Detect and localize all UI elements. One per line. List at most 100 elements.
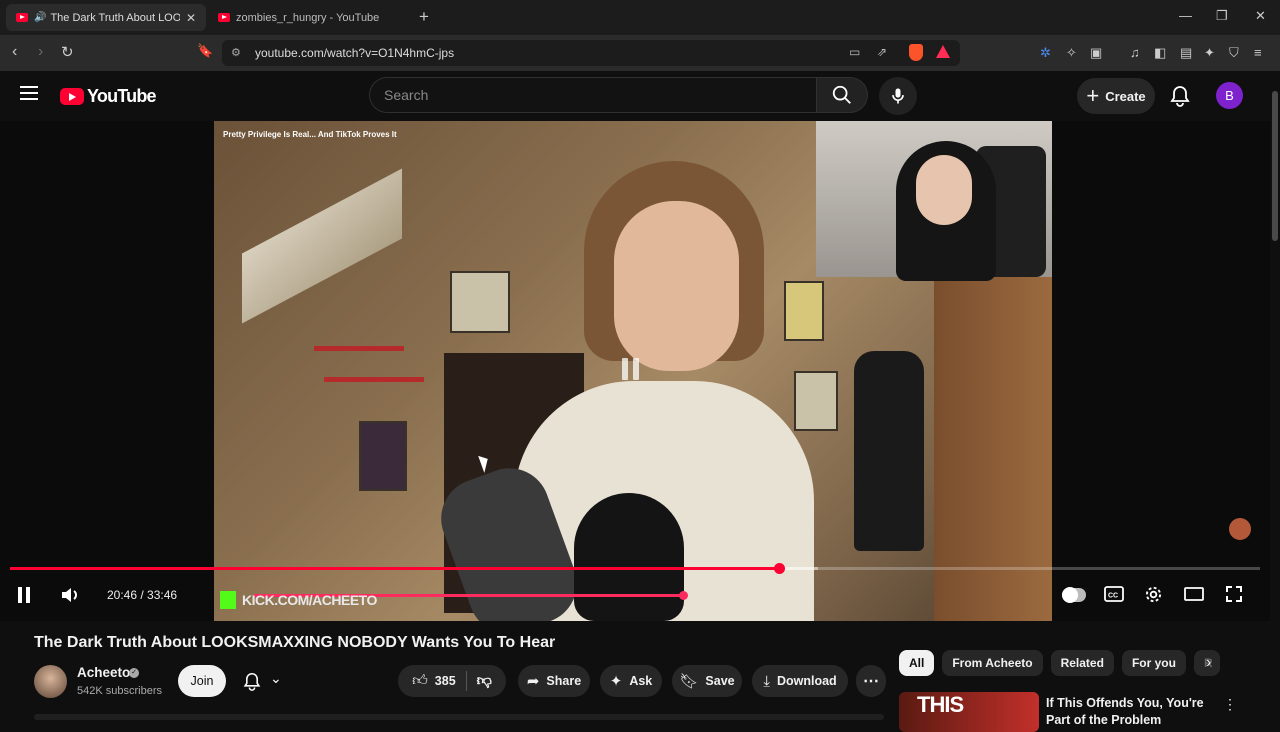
chevron-right-icon[interactable]: › — [1206, 654, 1211, 672]
brave-shields-icon[interactable] — [909, 44, 923, 61]
bookmark-icon[interactable]: 🔖 — [197, 43, 213, 59]
youtube-logo[interactable]: YouTube — [60, 86, 157, 107]
description-box[interactable] — [34, 714, 884, 720]
brave-rewards-icon[interactable] — [936, 45, 950, 58]
more-vertical-icon[interactable]: ⋮ — [1223, 696, 1237, 713]
browser-tab-strip: 🔊 The Dark Truth About LOOKSMAXXING ✕ zo… — [0, 0, 1280, 35]
close-tab-icon[interactable]: ✕ — [186, 11, 196, 25]
download-button[interactable]: ⤓ Download — [752, 665, 848, 697]
guide-menu-icon[interactable] — [20, 86, 38, 100]
tab-title: The Dark Truth About LOOKSMAXXING — [50, 11, 180, 24]
leo-ai-icon[interactable]: ✦ — [1204, 45, 1215, 61]
search-input[interactable] — [384, 87, 784, 103]
close-window-icon[interactable]: ✕ — [1255, 8, 1266, 24]
more-actions-button[interactable]: ⋯ — [856, 665, 886, 697]
more-horizontal-icon: ⋯ — [863, 673, 879, 690]
recommendation-title[interactable]: If This Offends You, You're Part of the … — [1046, 695, 1216, 729]
channel-name[interactable]: Acheeto — [77, 665, 130, 680]
media-icon[interactable]: ♫ — [1130, 45, 1140, 60]
minimize-icon[interactable]: — — [1179, 8, 1192, 23]
chip-from-channel[interactable]: From Acheeto — [942, 650, 1043, 676]
volume-icon[interactable] — [60, 585, 82, 605]
settings-gear-icon[interactable] — [1144, 585, 1163, 604]
screenshot-icon[interactable]: ▣ — [1090, 45, 1102, 61]
vpn-extension-icon[interactable]: ✲ — [1040, 45, 1051, 61]
wallet-icon[interactable]: ▤ — [1180, 45, 1192, 61]
sparkle-icon: ✦ — [609, 673, 623, 690]
stream-tag: KICK.COM/ACHEETO — [242, 592, 377, 608]
theater-mode-icon[interactable] — [1184, 586, 1204, 602]
chip-all[interactable]: All — [899, 650, 935, 676]
svg-text:CC: CC — [1108, 593, 1118, 600]
site-info-icon[interactable]: ⚙ — [231, 46, 241, 59]
fullscreen-icon[interactable] — [1225, 585, 1243, 603]
like-count[interactable]: 385 — [435, 674, 456, 688]
youtube-favicon-icon — [218, 13, 230, 22]
share-button[interactable]: ➦ Share — [518, 665, 590, 697]
back-icon[interactable]: ‹ — [12, 43, 17, 61]
tab-inactive[interactable]: zombies_r_hungry - YouTube — [208, 4, 408, 31]
download-icon: ⤓ — [763, 672, 770, 690]
channel-avatar[interactable] — [34, 665, 67, 698]
youtube-logo-icon — [60, 88, 84, 105]
scrollbar-thumb[interactable] — [1272, 91, 1278, 241]
notifications-bell-icon[interactable] — [1170, 85, 1190, 107]
video-overlay-title: Pretty Privilege Is Real... And TikTok P… — [223, 130, 397, 139]
video-scene — [784, 281, 824, 341]
share-page-icon[interactable]: ⇗ — [877, 45, 887, 59]
join-button[interactable]: Join — [178, 665, 226, 697]
menu-icon[interactable]: ≡ — [1254, 45, 1262, 60]
video-player[interactable]: Pretty Privilege Is Real... And TikTok P… — [0, 121, 1270, 621]
new-tab-icon[interactable]: + — [419, 7, 429, 27]
youtube-favicon-icon — [16, 13, 28, 22]
video-scene — [574, 493, 684, 621]
video-scene — [794, 371, 838, 431]
subscriber-count: 542K subscribers — [77, 685, 162, 697]
reload-icon[interactable]: ↻ — [61, 43, 74, 61]
kick-logo-icon — [220, 591, 236, 609]
sidebar-icon[interactable]: ◧ — [1154, 45, 1166, 61]
subscription-bell-button[interactable]: ⌄ — [236, 665, 294, 697]
thumbs-up-icon[interactable]: 👍︎ — [412, 672, 428, 690]
speaker-icon[interactable]: 🔊 — [34, 12, 46, 23]
plus-icon: + — [1086, 83, 1100, 108]
page-scrollbar[interactable] — [1270, 71, 1280, 720]
ask-button[interactable]: ✦ Ask — [600, 665, 662, 697]
save-label: Save — [705, 674, 735, 688]
cast-icon[interactable]: ▭ — [849, 45, 860, 59]
search-button[interactable] — [816, 77, 868, 113]
search-box[interactable] — [369, 77, 816, 113]
share-label: Share — [546, 674, 582, 688]
create-button[interactable]: + Create — [1077, 78, 1155, 114]
url-bar[interactable]: ⚙ youtube.com/watch?v=O1N4hmC-jps ▭ ⇗ — [222, 40, 960, 66]
ask-label: Ask — [629, 674, 653, 688]
browser-toolbar: ‹ › ↻ 🔖 ⚙ youtube.com/watch?v=O1N4hmC-jp… — [0, 35, 1280, 71]
pause-button[interactable] — [18, 587, 30, 603]
pause-indicator-icon — [622, 358, 639, 380]
stream-watermark: KICK.COM/ACHEETO — [220, 591, 377, 609]
progress-scrubber[interactable] — [774, 563, 785, 574]
account-avatar[interactable]: B — [1216, 82, 1243, 109]
shield-icon[interactable]: ⛉ — [1229, 45, 1239, 61]
extensions-icon[interactable]: ✧ — [1066, 45, 1077, 61]
chip-for-you[interactable]: For you — [1121, 650, 1186, 676]
divider — [465, 671, 467, 691]
webcam-overlay — [816, 121, 1052, 281]
tab-active[interactable]: 🔊 The Dark Truth About LOOKSMAXXING ✕ — [6, 4, 206, 31]
video-scene — [854, 351, 924, 551]
video-title: The Dark Truth About LOOKSMAXXING NOBODY… — [34, 634, 556, 651]
save-button[interactable]: 🔖︎ Save — [672, 665, 742, 697]
notification-bell-icon — [243, 672, 261, 691]
restore-icon[interactable]: ❐ — [1216, 8, 1228, 24]
voice-search-button[interactable] — [879, 77, 917, 115]
thumbs-down-icon[interactable]: 👎︎ — [477, 672, 492, 690]
forward-icon[interactable]: › — [38, 43, 43, 61]
chip-related[interactable]: Related — [1050, 650, 1114, 676]
captions-icon[interactable]: CC — [1104, 586, 1124, 602]
video-scene — [450, 271, 510, 333]
autoplay-toggle[interactable] — [1062, 587, 1086, 603]
url-text: youtube.com/watch?v=O1N4hmC-jps — [255, 46, 455, 60]
recommendation-thumbnail[interactable]: THIS — [899, 692, 1039, 732]
video-scene — [242, 168, 402, 324]
thumbnail-text: THIS — [917, 692, 964, 717]
